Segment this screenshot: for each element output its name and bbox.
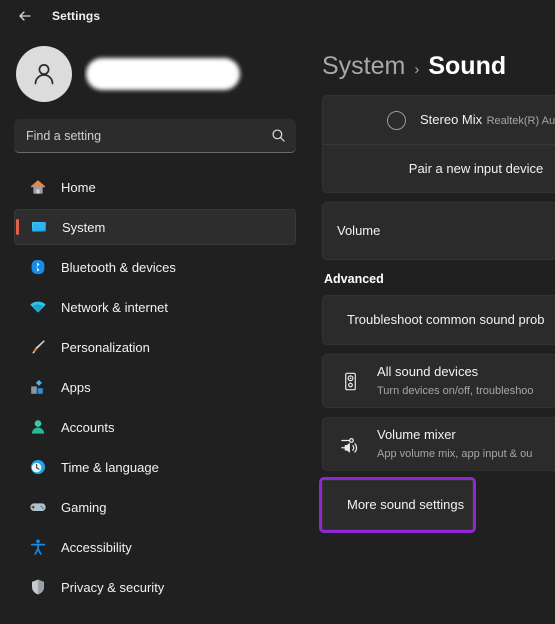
sidebar-item-label: Personalization	[61, 339, 150, 355]
volume-row[interactable]: Volume	[323, 203, 555, 259]
paintbrush-icon	[28, 337, 48, 357]
breadcrumb-parent[interactable]: System	[322, 52, 405, 81]
breadcrumb: System › Sound	[310, 32, 555, 81]
volume-card: Volume	[322, 202, 555, 260]
sidebar-item-time-language[interactable]: Time & language	[14, 449, 296, 485]
row-title: All sound devices	[377, 364, 479, 379]
input-devices-card: Stereo Mix Realtek(R) Audio Pair a new i…	[322, 95, 555, 193]
volume-mixer-row[interactable]: Volume mixer App volume mix, app input &…	[323, 418, 555, 470]
row-text: Stereo Mix Realtek(R) Audio	[420, 111, 555, 129]
row-text: Volume mixer App volume mix, app input &…	[377, 426, 555, 462]
sidebar: Home System	[0, 32, 310, 624]
sidebar-item-label: Accessibility	[61, 539, 132, 555]
sidebar-item-label: Gaming	[61, 499, 107, 515]
clock-icon	[28, 457, 48, 477]
sidebar-item-label: Accounts	[61, 419, 115, 435]
person-avatar-icon	[16, 46, 72, 102]
sidebar-item-label: Home	[61, 179, 96, 195]
sidebar-item-gaming[interactable]: Gaming	[14, 489, 296, 525]
page-title: Sound	[428, 52, 507, 80]
account-name-wrap	[84, 46, 296, 102]
sidebar-item-personalization[interactable]: Personalization	[14, 329, 296, 365]
pair-new-input-device-row[interactable]: Pair a new input device	[323, 144, 555, 192]
account-name-redaction	[86, 58, 240, 90]
apps-icon	[28, 377, 48, 397]
sidebar-item-label: Privacy & security	[61, 579, 165, 595]
sidebar-item-label: Apps	[61, 379, 91, 395]
sidebar-item-label: Time & language	[61, 459, 159, 475]
troubleshoot-card: Troubleshoot common sound prob	[322, 295, 555, 345]
shield-icon	[28, 577, 48, 597]
speaker-devices-icon	[337, 368, 363, 394]
account-tile[interactable]	[14, 46, 296, 102]
system-icon	[29, 217, 49, 237]
row-title: Volume mixer	[377, 427, 456, 442]
more-sound-settings-card[interactable]: More sound settings	[319, 477, 476, 533]
chevron-right-icon: ›	[414, 61, 420, 78]
gamepad-icon	[28, 497, 48, 517]
all-sound-devices-card: All sound devices Turn devices on/off, t…	[322, 354, 555, 408]
home-icon	[28, 177, 48, 197]
more-sound-settings-row[interactable]: More sound settings	[323, 481, 472, 529]
accessibility-icon	[28, 537, 48, 557]
troubleshoot-sound-row[interactable]: Troubleshoot common sound prob	[323, 296, 555, 344]
sidebar-item-label: System	[62, 219, 106, 235]
row-subtitle: App volume mix, app input & ou	[377, 448, 533, 460]
settings-list: Stereo Mix Realtek(R) Audio Pair a new i…	[310, 81, 555, 533]
sidebar-item-system[interactable]: System	[14, 209, 296, 245]
sidebar-item-label: Bluetooth & devices	[61, 259, 176, 275]
row-title: Pair a new input device	[408, 160, 544, 176]
row-title: Volume	[337, 223, 381, 239]
sidebar-item-label: Network & internet	[61, 299, 168, 315]
sidebar-item-privacy-security[interactable]: Privacy & security	[14, 569, 296, 605]
network-icon	[28, 297, 48, 317]
back-arrow-icon[interactable]	[12, 3, 38, 29]
sidebar-item-accessibility[interactable]: Accessibility	[14, 529, 296, 565]
app-title: Settings	[52, 9, 101, 23]
row-title: Stereo Mix	[420, 112, 483, 127]
sidebar-item-apps[interactable]: Apps	[14, 369, 296, 405]
input-device-stereo-mix[interactable]: Stereo Mix Realtek(R) Audio	[323, 96, 555, 144]
sidebar-item-home[interactable]: Home	[14, 169, 296, 205]
sidebar-item-accounts[interactable]: Accounts	[14, 409, 296, 445]
search-input[interactable]	[26, 128, 271, 143]
volume-mixer-card: Volume mixer App volume mix, app input &…	[322, 417, 555, 471]
all-sound-devices-row[interactable]: All sound devices Turn devices on/off, t…	[323, 355, 555, 407]
volume-mixer-icon	[337, 431, 363, 457]
row-title: More sound settings	[347, 497, 465, 513]
row-title: Troubleshoot common sound prob	[347, 312, 545, 328]
titlebar: Settings	[0, 0, 555, 32]
advanced-section-header: Advanced	[324, 272, 384, 286]
radio-button[interactable]	[387, 110, 406, 130]
row-subtitle: Realtek(R) Audio	[486, 115, 555, 127]
row-text: All sound devices Turn devices on/off, t…	[377, 363, 555, 399]
bluetooth-icon	[28, 257, 48, 277]
search-box[interactable]	[14, 119, 296, 153]
sidebar-nav: Home System Bluetooth & devices Network …	[14, 169, 296, 605]
sidebar-item-bluetooth-devices[interactable]: Bluetooth & devices	[14, 249, 296, 285]
accounts-icon	[28, 417, 48, 437]
settings-window: Settings Find a setting Home System Blue…	[0, 0, 555, 624]
sidebar-item-network-internet[interactable]: Network & internet	[14, 289, 296, 325]
row-subtitle: Turn devices on/off, troubleshoo	[377, 385, 534, 397]
main-content: System › Sound Stereo Mix Realtek(R) Aud…	[310, 32, 555, 624]
search-icon[interactable]	[271, 128, 286, 143]
